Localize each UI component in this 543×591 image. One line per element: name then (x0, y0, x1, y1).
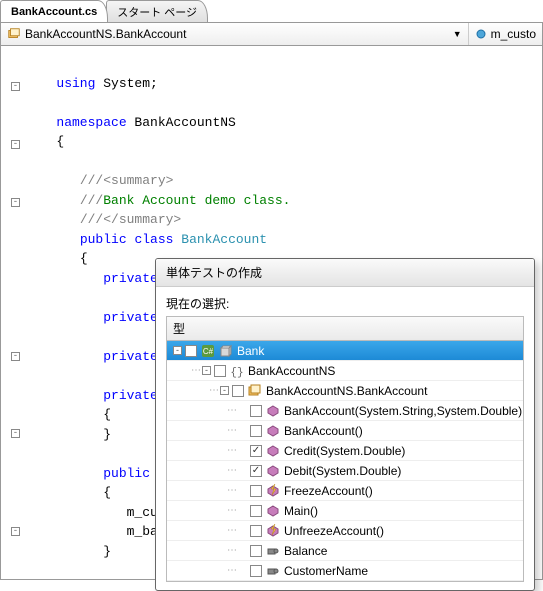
tree-row[interactable]: ⋯CustomerName (167, 561, 523, 581)
method-icon (266, 404, 280, 418)
tree-node-label: BankAccount(System.String,System.Double) (284, 404, 522, 418)
tree-node-label: BankAccountNS.BankAccount (266, 384, 427, 398)
fold-toggle[interactable]: - (11, 527, 20, 536)
checkbox[interactable] (214, 365, 226, 377)
fold-toggle[interactable]: - (11, 140, 20, 149)
tree-node-label: UnfreezeAccount() (284, 524, 384, 538)
tree-row[interactable]: - C# Bank (167, 341, 523, 361)
tree-node-label: BankAccountNS (248, 364, 335, 378)
tree-node-label: Bank (237, 344, 264, 358)
expand-toggle (238, 526, 247, 535)
fold-toggle[interactable]: - (11, 82, 20, 91)
expand-toggle (238, 546, 247, 555)
tree-node-label: Debit(System.Double) (284, 464, 401, 478)
checkbox[interactable] (250, 565, 262, 577)
checkbox[interactable]: ✓ (250, 465, 262, 477)
tab-bankaccount[interactable]: BankAccount.cs (0, 0, 108, 22)
namespace-icon: {} (230, 364, 244, 378)
fold-toggle[interactable]: - (11, 429, 20, 438)
expand-toggle (238, 446, 247, 455)
tab-label: BankAccount.cs (11, 6, 97, 18)
checkbox[interactable] (250, 405, 262, 417)
selection-tree[interactable]: -C#Bank⋯-{}BankAccountNS⋯-BankAccountNS.… (166, 341, 524, 582)
create-unit-test-dialog: 単体テストの作成 現在の選択: 型 -C#Bank⋯-{}BankAccount… (155, 258, 535, 591)
checkbox[interactable] (250, 525, 262, 537)
selection-label: 現在の選択: (166, 295, 524, 312)
svg-text:C#: C# (203, 347, 214, 356)
class-icon (248, 384, 262, 398)
expand-toggle (238, 506, 247, 515)
tree-row[interactable]: ⋯✓Debit(System.Double) (167, 461, 523, 481)
method-icon (266, 464, 280, 478)
checkbox[interactable] (250, 425, 262, 437)
tree-row[interactable]: ⋯UnfreezeAccount() (167, 521, 523, 541)
tree-row[interactable]: ⋯BankAccount(System.String,System.Double… (167, 401, 523, 421)
property-icon (266, 544, 280, 558)
checkbox[interactable] (250, 485, 262, 497)
tree-row[interactable]: ⋯Main() (167, 501, 523, 521)
fold-toggle[interactable]: - (11, 198, 20, 207)
navigation-bar: BankAccountNS.BankAccount ▼ m_custo (0, 22, 543, 46)
method-icon (266, 424, 280, 438)
column-header-type[interactable]: 型 (166, 316, 524, 341)
expand-toggle (238, 566, 247, 575)
expand-toggle (238, 426, 247, 435)
svg-text:{}: {} (230, 367, 243, 378)
member-dropdown[interactable]: m_custo (469, 23, 542, 45)
property-icon (266, 564, 280, 578)
csharp-icon: C# (201, 344, 215, 358)
class-icon (7, 27, 21, 41)
expand-toggle (238, 406, 247, 415)
tree-row[interactable]: ⋯✓Credit(System.Double) (167, 441, 523, 461)
checkbox[interactable] (185, 345, 197, 357)
tree-row[interactable]: ⋯-{}BankAccountNS (167, 361, 523, 381)
tree-row[interactable]: ⋯BankAccount() (167, 421, 523, 441)
tree-row[interactable]: ⋯FreezeAccount() (167, 481, 523, 501)
tree-row[interactable]: ⋯-BankAccountNS.BankAccount (167, 381, 523, 401)
fold-gutter: - - - - - - (1, 46, 25, 579)
tab-startpage[interactable]: スタート ページ (106, 0, 208, 22)
tree-row[interactable]: ⋯Balance (167, 541, 523, 561)
tab-bar: BankAccount.cs スタート ページ (0, 0, 543, 22)
tree-node-label: FreezeAccount() (284, 484, 373, 498)
tree-node-label: Main() (284, 504, 318, 518)
method-event-icon (266, 484, 280, 498)
member-text: m_custo (491, 27, 536, 41)
expand-toggle (238, 466, 247, 475)
expand-toggle[interactable]: - (173, 346, 182, 355)
checkbox[interactable] (232, 385, 244, 397)
method-icon (266, 504, 280, 518)
method-icon (266, 444, 280, 458)
tree-node-label: BankAccount() (284, 424, 363, 438)
chevron-down-icon: ▼ (453, 29, 462, 39)
expand-toggle (238, 486, 247, 495)
dialog-title: 単体テストの作成 (156, 259, 534, 287)
scope-dropdown[interactable]: BankAccountNS.BankAccount ▼ (1, 23, 469, 45)
field-icon (475, 28, 487, 40)
tree-node-label: Balance (284, 544, 327, 558)
tab-label: スタート ページ (117, 4, 197, 20)
fold-toggle[interactable]: - (11, 352, 20, 361)
cube-icon (219, 344, 233, 358)
scope-text: BankAccountNS.BankAccount (25, 27, 186, 41)
checkbox[interactable] (250, 545, 262, 557)
checkbox[interactable]: ✓ (250, 445, 262, 457)
checkbox[interactable] (250, 505, 262, 517)
expand-toggle[interactable]: - (220, 386, 229, 395)
tree-node-label: Credit(System.Double) (284, 444, 405, 458)
method-event-icon (266, 524, 280, 538)
tree-node-label: CustomerName (284, 564, 368, 578)
expand-toggle[interactable]: - (202, 366, 211, 375)
